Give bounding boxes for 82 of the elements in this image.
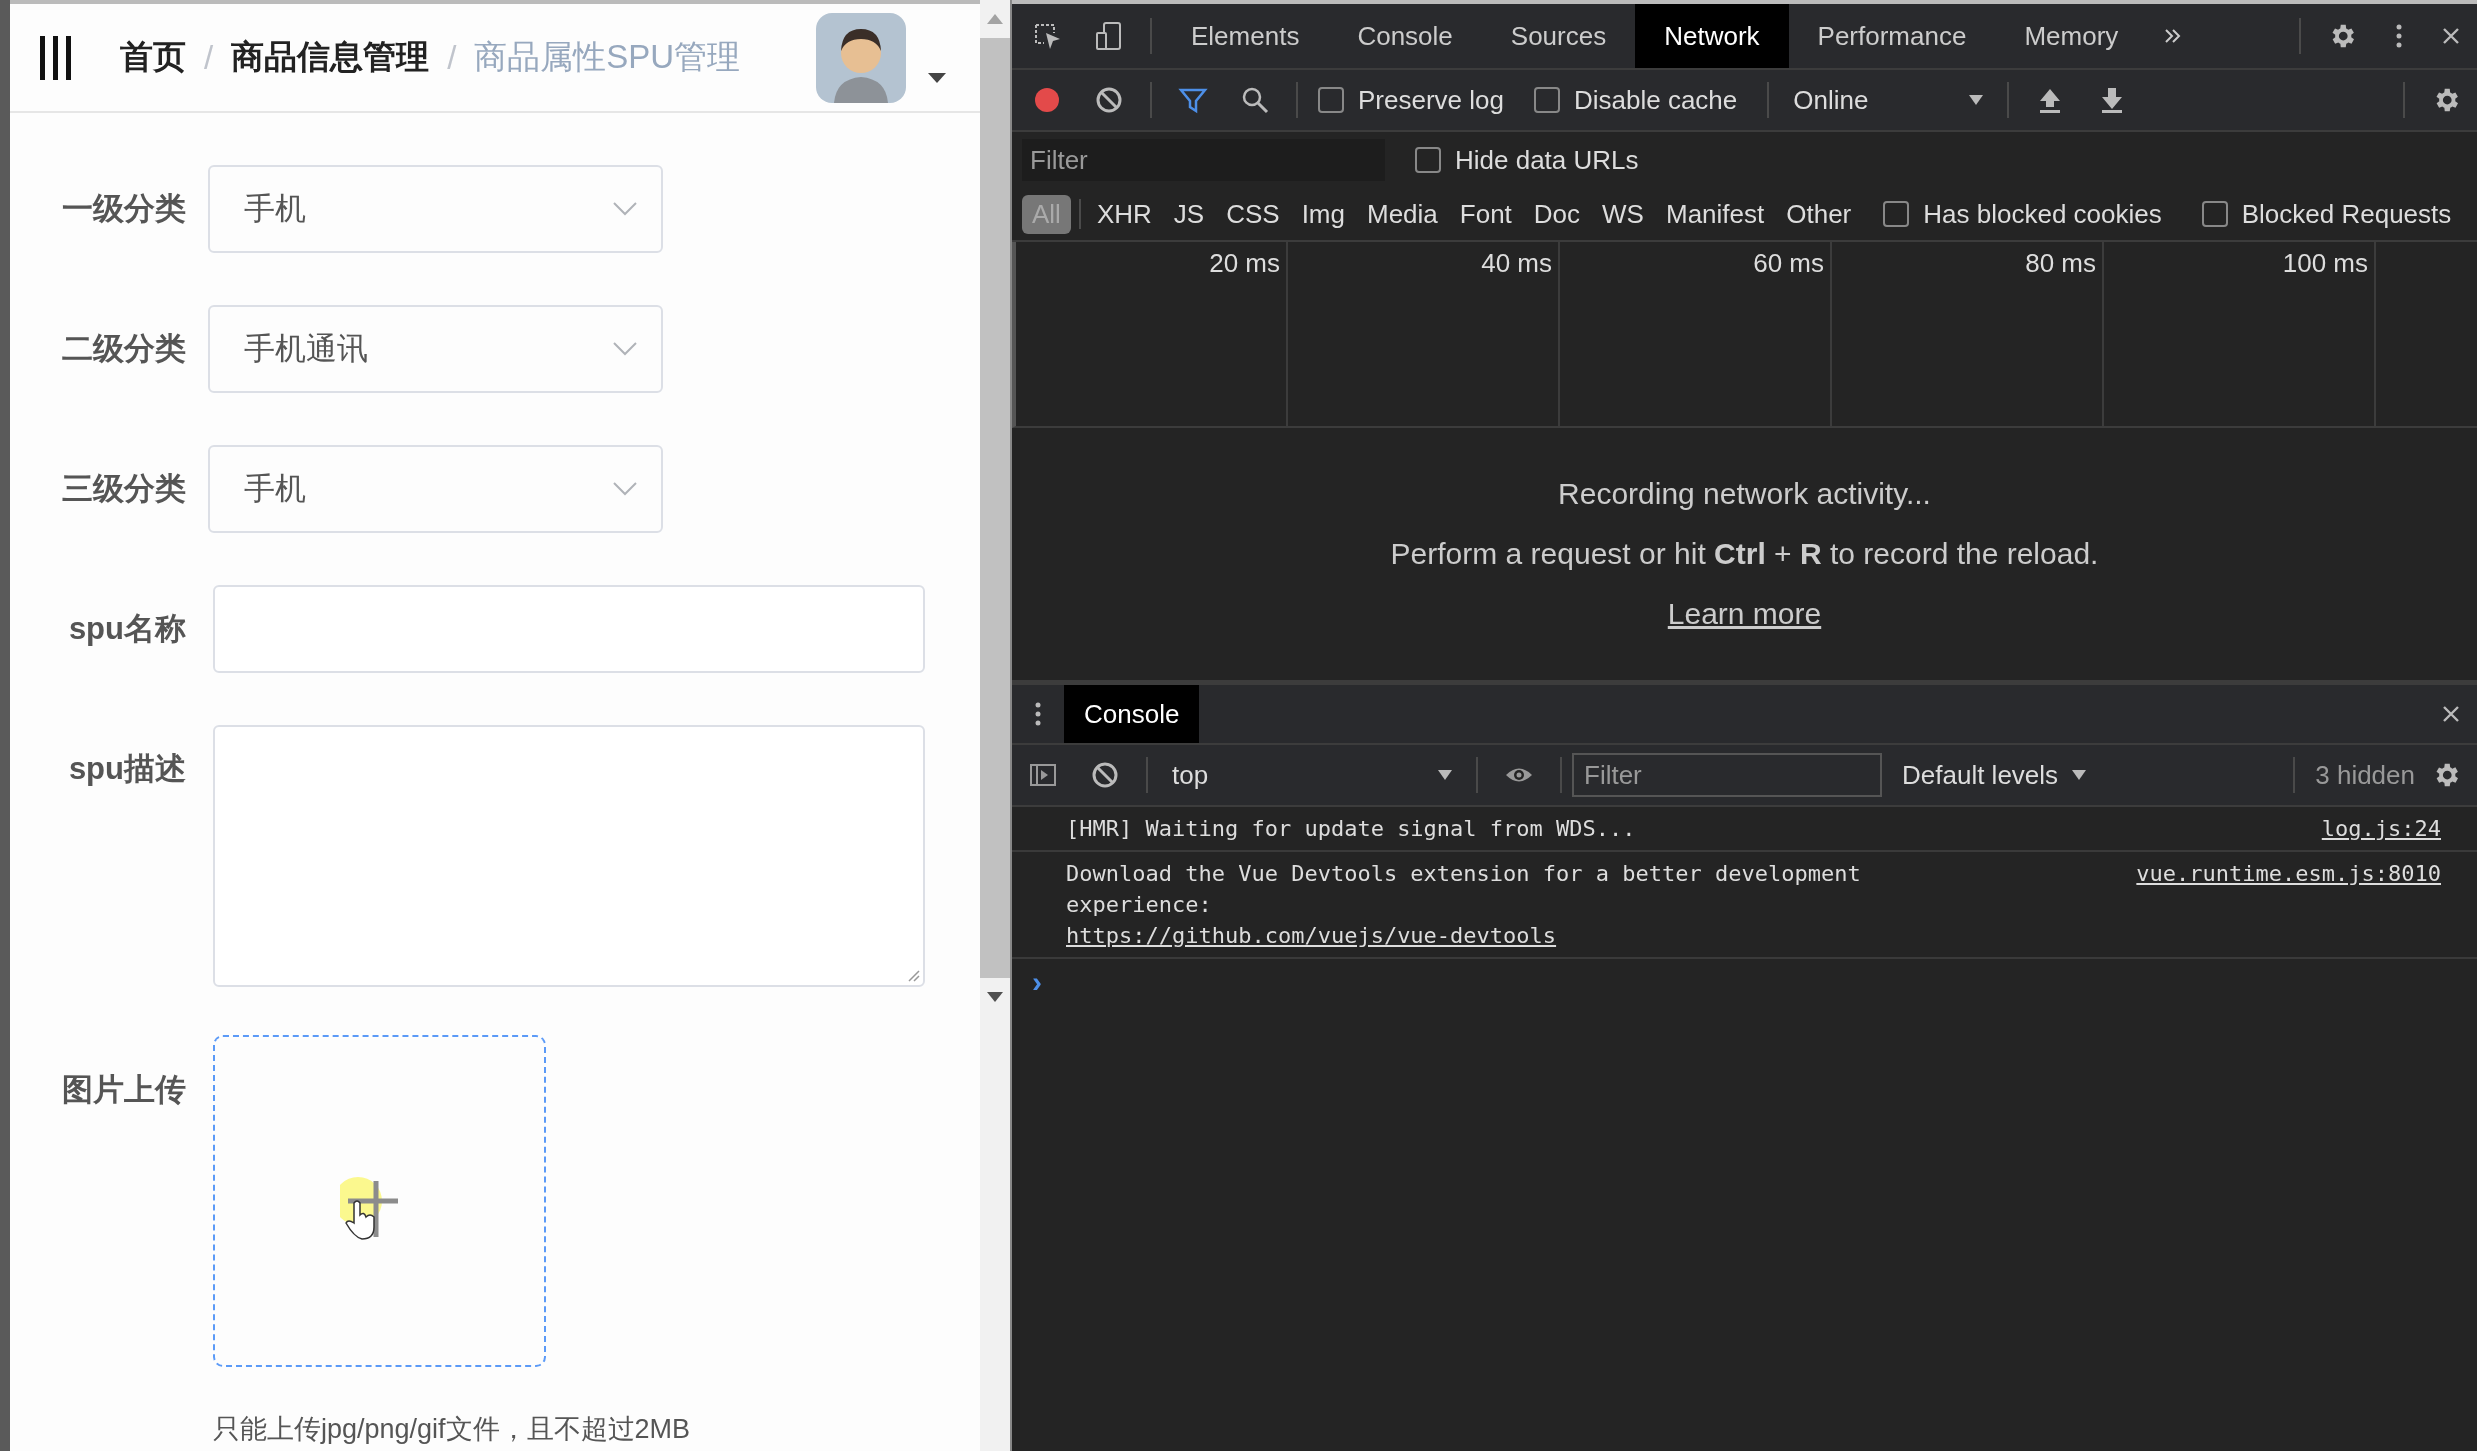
devtools-tab[interactable]: Console xyxy=(1328,4,1482,68)
menu-icon[interactable] xyxy=(38,35,74,80)
checkbox[interactable] xyxy=(1533,87,1560,113)
clear-icon[interactable] xyxy=(1090,760,1120,790)
levels-dropdown[interactable]: Default levels xyxy=(1888,759,2101,791)
timeline-tick: 60 ms xyxy=(1753,248,1824,278)
chevron-down-icon xyxy=(613,342,637,356)
breadcrumb-item[interactable]: 首页 xyxy=(120,35,186,80)
timeline-tick: 100 ms xyxy=(2282,248,2368,278)
checkbox[interactable] xyxy=(1883,201,1910,227)
field-label: 二级分类 xyxy=(61,330,186,368)
category-select[interactable]: 手机 xyxy=(208,165,663,253)
timeline-tick: 40 ms xyxy=(1481,248,1552,278)
devtools-tab[interactable]: Performance xyxy=(1788,4,1996,68)
drawer-tab[interactable]: Console xyxy=(1064,685,1200,743)
checkbox[interactable] xyxy=(1318,87,1344,113)
upload-hint: 只能上传jpg/png/gif文件，且不超过2MB xyxy=(213,1413,691,1446)
clear-icon[interactable] xyxy=(1094,85,1124,115)
field-label: spu描述 xyxy=(67,750,186,788)
textarea-field[interactable] xyxy=(213,725,925,987)
checkbox-label[interactable]: Preserve log xyxy=(1358,84,1504,116)
learn-more-link[interactable]: Learn more xyxy=(1667,597,1822,631)
record-icon[interactable] xyxy=(1032,85,1062,115)
chevron-down-icon xyxy=(613,482,637,496)
timeline-tick: 20 ms xyxy=(1209,248,1280,278)
console-message: Download the Vue Devtools extension for a better development experience: xyxy=(1066,860,1862,919)
type-filter[interactable]: WS xyxy=(1592,194,1654,234)
type-filter[interactable]: CSS xyxy=(1216,194,1290,234)
device-icon[interactable] xyxy=(1094,21,1124,51)
breadcrumb-item[interactable]: 商品信息管理 xyxy=(231,35,430,80)
checkbox-label[interactable]: Has blocked cookies xyxy=(1923,198,2162,230)
category-select[interactable]: 手机 xyxy=(208,445,663,533)
devtools-tab[interactable]: Sources xyxy=(1481,4,1636,68)
caret-icon xyxy=(2072,770,2087,780)
caret-icon xyxy=(1969,95,1984,105)
context-dropdown[interactable]: top xyxy=(1158,759,1466,791)
devtools-tab[interactable]: Network xyxy=(1635,4,1789,68)
type-filter[interactable]: Other xyxy=(1776,194,1862,234)
type-filter[interactable]: JS xyxy=(1163,194,1215,234)
caret-icon xyxy=(1438,770,1452,780)
checkbox-label[interactable]: Blocked Requests xyxy=(2241,198,2452,230)
type-filter[interactable]: Font xyxy=(1449,194,1522,234)
inspect-icon[interactable] xyxy=(1032,21,1062,51)
resize-grip-icon[interactable] xyxy=(906,968,920,982)
breadcrumb-separator: / xyxy=(447,38,457,77)
message-link[interactable]: https://github.com/vuejs/vue-devtools xyxy=(1066,920,1966,951)
field-label: 一级分类 xyxy=(61,190,186,228)
timeline-tick: 80 ms xyxy=(2025,248,2096,278)
field-label: 图片上传 xyxy=(61,1071,186,1109)
type-filter[interactable]: Doc xyxy=(1523,194,1591,234)
avatar-icon[interactable] xyxy=(816,12,906,103)
hidden-count: 3 hidden xyxy=(2315,759,2415,791)
filter-field[interactable]: Filter xyxy=(1572,753,1882,797)
breadcrumb-item: 商品属性SPU管理 xyxy=(474,37,741,77)
type-filter[interactable]: Manifest xyxy=(1655,194,1775,234)
search-icon[interactable] xyxy=(1240,85,1270,115)
console-message: [HMR] Waiting for update signal from WDS... xyxy=(1066,815,1637,843)
source-link[interactable]: log.js:24 xyxy=(2321,813,2441,844)
input-field[interactable] xyxy=(213,585,925,673)
type-filter[interactable]: Media xyxy=(1356,194,1448,234)
filter-field[interactable]: Filter xyxy=(1022,139,1385,181)
chevron-down-icon xyxy=(613,202,637,216)
checkbox-label[interactable]: Hide data URLs xyxy=(1455,144,1639,176)
field-label: spu名称 xyxy=(67,610,186,648)
empty-title: Recording network activity... xyxy=(1558,477,1931,511)
devtools-tab[interactable]: Memory xyxy=(1995,4,2148,68)
field-label: 三级分类 xyxy=(61,470,186,508)
caret-icon[interactable] xyxy=(928,72,946,83)
category-select[interactable]: 手机通讯 xyxy=(208,305,663,393)
console-prompt[interactable]: › xyxy=(1032,965,1042,998)
throttling-dropdown[interactable]: Online xyxy=(1779,84,1998,116)
checkbox[interactable] xyxy=(1415,147,1441,173)
devtools-tab[interactable]: Elements xyxy=(1162,4,1329,68)
checkbox[interactable] xyxy=(2201,201,2228,227)
empty-hint: Perform a request or hit Ctrl + R to record the reload. xyxy=(1390,537,2099,571)
type-filter[interactable]: XHR xyxy=(1086,194,1162,234)
scroll-down-icon[interactable] xyxy=(987,992,1003,1002)
type-filter[interactable]: Img xyxy=(1291,194,1355,234)
checkbox-label[interactable]: Disable cache xyxy=(1573,84,1738,116)
source-link[interactable]: vue.runtime.esm.js:8010 xyxy=(2136,858,2441,951)
breadcrumb-separator: / xyxy=(204,38,214,77)
scrollbar[interactable] xyxy=(980,0,1010,1451)
